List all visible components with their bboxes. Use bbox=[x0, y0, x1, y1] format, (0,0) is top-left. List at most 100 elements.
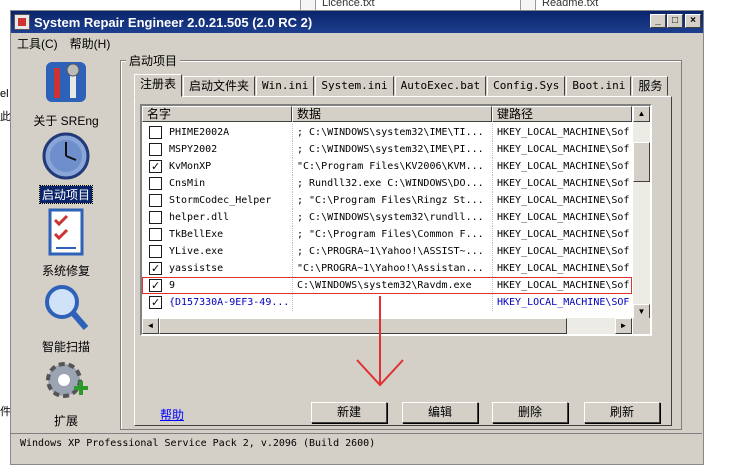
row-name: 9 bbox=[169, 280, 176, 291]
tab-autoexec[interactable]: AutoExec.bat bbox=[394, 76, 487, 96]
row-name: StormCodec_Helper bbox=[169, 195, 272, 206]
row-name: KvMonXP bbox=[169, 161, 212, 172]
row-checkbox[interactable] bbox=[149, 158, 162, 175]
table-row[interactable]: CnsMin ; Rundll32.exe C:\WINDOWS\DO... HKE… bbox=[142, 175, 632, 192]
table-row[interactable]: helper.dll ; C:\WINDOWS\system32\rundll..… bbox=[142, 209, 632, 226]
cell-data bbox=[292, 294, 492, 311]
table-row[interactable]: KvMonXP "C:\Program Files\KV2006\KVM...HK… bbox=[142, 158, 632, 175]
cell-data: "C:\Program Files\KV2006\KVM... bbox=[292, 158, 492, 175]
desktop-file-name: Licence.txt bbox=[322, 0, 375, 9]
edit-button[interactable]: 编辑 bbox=[402, 402, 478, 423]
magnifier-icon bbox=[40, 282, 92, 334]
vertical-scroll-thumb[interactable] bbox=[633, 142, 650, 182]
cell-name: MSPY2002 bbox=[142, 141, 292, 158]
close-button[interactable]: × bbox=[685, 14, 701, 28]
row-checkbox[interactable] bbox=[149, 228, 162, 241]
column-data[interactable]: 数据 bbox=[292, 106, 492, 122]
table-row[interactable]: TkBellExe ; "C:\Program Files\Common F...… bbox=[142, 226, 632, 243]
desktop-file-name: Readme.txt bbox=[542, 0, 599, 9]
cell-name: StormCodec_Helper bbox=[142, 192, 292, 209]
cell-name: helper.dll bbox=[142, 209, 292, 226]
cell-data: ; C:\WINDOWS\system32\rundll... bbox=[292, 209, 492, 226]
app-icon bbox=[14, 14, 30, 30]
tab-registry[interactable]: 注册表 bbox=[134, 74, 183, 97]
help-link[interactable]: 帮助 bbox=[160, 406, 184, 423]
cell-key-path: HKEY_LOCAL_MACHINE\Sof bbox=[492, 124, 632, 141]
tab-boot-ini[interactable]: Boot.ini bbox=[566, 76, 632, 96]
table-row[interactable]: 9 C:\WINDOWS\system32\Ravdm.exeHKEY_LOCAL… bbox=[142, 277, 632, 294]
scroll-left-button[interactable]: ◄ bbox=[142, 318, 159, 334]
startup-list: 名字 数据 键路径 PHIME2002A ; C:\WINDOWS\system3… bbox=[140, 104, 652, 336]
cell-key-path: HKEY_LOCAL_MACHINE\Sof bbox=[492, 175, 632, 192]
table-row[interactable]: PHIME2002A ; C:\WINDOWS\system32\IME\TI..… bbox=[142, 124, 632, 141]
tab-startup-folder[interactable]: 启动文件夹 bbox=[183, 76, 256, 96]
tab-win-ini[interactable]: Win.ini bbox=[256, 76, 315, 96]
nav-repair-label: 系统修复 bbox=[41, 264, 90, 278]
row-checkbox[interactable] bbox=[149, 260, 162, 277]
row-checkbox[interactable] bbox=[149, 126, 162, 139]
table-row[interactable]: MSPY2002 ; C:\WINDOWS\system32\IME\PI... H… bbox=[142, 141, 632, 158]
nav-about-label: 关于 SREng bbox=[33, 114, 99, 128]
horizontal-scrollbar[interactable]: ◄ ► bbox=[142, 318, 632, 334]
cell-key-path: HKEY_LOCAL_MACHINE\Sof bbox=[492, 277, 632, 294]
row-checkbox[interactable] bbox=[149, 177, 162, 190]
row-checkbox[interactable] bbox=[149, 143, 162, 156]
table-row[interactable]: yassistse "C:\PROGRA~1\Yahoo!\Assistan...… bbox=[142, 260, 632, 277]
cell-data: ; C:\WINDOWS\system32\IME\TI... bbox=[292, 124, 492, 141]
cell-data: "C:\PROGRA~1\Yahoo!\Assistan... bbox=[292, 260, 492, 277]
cell-key-path: HKEY_LOCAL_MACHINE\Sof bbox=[492, 209, 632, 226]
tab-system-ini[interactable]: System.ini bbox=[315, 76, 394, 96]
cell-data: ; Rundll32.exe C:\WINDOWS\DO... bbox=[292, 175, 492, 192]
row-checkbox[interactable] bbox=[149, 294, 162, 311]
nav-scan[interactable]: 智能扫描 bbox=[10, 282, 122, 355]
scroll-up-button[interactable]: ▲ bbox=[633, 106, 650, 122]
new-button[interactable]: 新建 bbox=[311, 402, 387, 423]
table-row[interactable]: StormCodec_Helper ; "C:\Program Files\Rin… bbox=[142, 192, 632, 209]
horizontal-scroll-thumb[interactable] bbox=[159, 318, 567, 334]
refresh-button[interactable]: 刷新 bbox=[584, 402, 660, 423]
minimize-button[interactable]: _ bbox=[650, 14, 666, 28]
row-checkbox[interactable] bbox=[149, 194, 162, 207]
tab-config-sys[interactable]: Config.Sys bbox=[487, 76, 566, 96]
cell-key-path: HKEY_LOCAL_MACHINE\Sof bbox=[492, 260, 632, 277]
nav-about[interactable]: 关于 SREng bbox=[10, 56, 122, 129]
nav-scan-label: 智能扫描 bbox=[41, 340, 90, 354]
nav-extend[interactable]: 扩展 bbox=[10, 356, 122, 429]
cell-key-path: HKEY_LOCAL_MACHINE\Sof bbox=[492, 192, 632, 209]
clock-icon bbox=[40, 130, 92, 182]
maximize-button[interactable]: □ bbox=[667, 14, 683, 28]
groupbox-title: 启动项目 bbox=[126, 52, 181, 69]
row-checkbox[interactable] bbox=[149, 245, 162, 258]
title-bar[interactable]: System Repair Engineer 2.0.21.505 (2.0 R… bbox=[11, 11, 703, 33]
nav-startup-label: 启动项目 bbox=[38, 185, 94, 204]
cell-data: ; C:\WINDOWS\system32\IME\PI... bbox=[292, 141, 492, 158]
row-name: CnsMin bbox=[169, 178, 206, 189]
row-name: MSPY2002 bbox=[169, 144, 218, 155]
cell-name: KvMonXP bbox=[142, 158, 292, 175]
column-name[interactable]: 名字 bbox=[142, 106, 292, 122]
table-row[interactable]: {D157330A-9EF3-49... HKEY_LOCAL_MACHINE\S… bbox=[142, 294, 632, 311]
tab-services[interactable]: 服务 bbox=[632, 76, 669, 96]
cell-data: C:\WINDOWS\system32\Ravdm.exe bbox=[292, 277, 492, 294]
row-name: yassistse bbox=[169, 263, 224, 274]
column-key-path[interactable]: 键路径 bbox=[492, 106, 632, 122]
table-row[interactable]: YLive.exe ; C:\PROGRA~1\Yahoo!\ASSIST~...… bbox=[142, 243, 632, 260]
delete-button[interactable]: 删除 bbox=[492, 402, 568, 423]
tab-strip: 注册表 启动文件夹 Win.ini System.ini AutoExec.ba… bbox=[134, 74, 669, 97]
list-header: 名字 数据 键路径 bbox=[142, 106, 632, 122]
window-title: System Repair Engineer 2.0.21.505 (2.0 R… bbox=[34, 14, 313, 30]
row-name: YLive.exe bbox=[169, 246, 224, 257]
gear-plus-icon bbox=[40, 356, 92, 408]
row-checkbox[interactable] bbox=[149, 211, 162, 224]
nav-startup[interactable]: 启动项目 bbox=[10, 130, 122, 204]
nav-repair[interactable]: 系统修复 bbox=[10, 206, 122, 279]
cell-key-path: HKEY_LOCAL_MACHINE\SOF bbox=[492, 294, 632, 311]
cell-name: CnsMin bbox=[142, 175, 292, 192]
row-checkbox[interactable] bbox=[149, 277, 162, 294]
tools-icon bbox=[40, 56, 92, 108]
cell-name: yassistse bbox=[142, 260, 292, 277]
cell-data: ; C:\PROGRA~1\Yahoo!\ASSIST~... bbox=[292, 243, 492, 260]
scroll-right-button[interactable]: ► bbox=[615, 318, 632, 334]
cell-key-path: HKEY_LOCAL_MACHINE\Sof bbox=[492, 158, 632, 175]
vertical-scrollbar[interactable]: ▲ ▼ bbox=[633, 106, 650, 320]
